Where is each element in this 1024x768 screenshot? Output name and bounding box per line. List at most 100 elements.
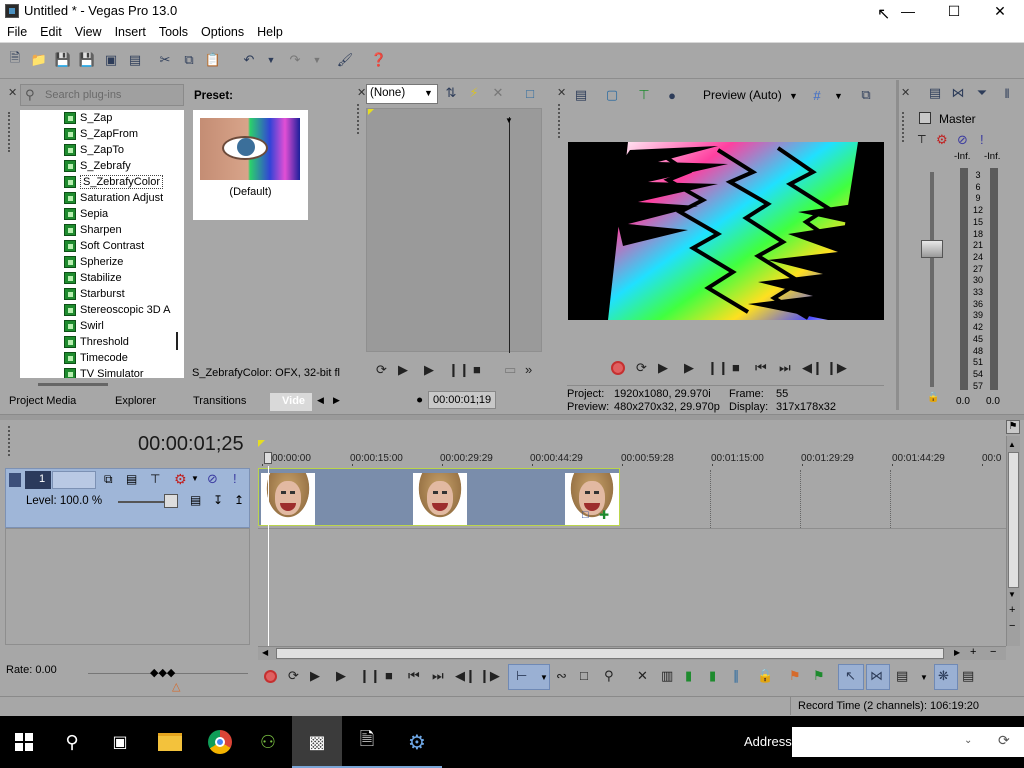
loop-icon[interactable]: ⟳ bbox=[376, 362, 387, 378]
loop-playback-icon[interactable]: ⟳ bbox=[636, 360, 647, 376]
search-plugins-input[interactable]: Search plug-ins bbox=[20, 84, 184, 106]
redo-dropdown-icon[interactable]: ▼ bbox=[308, 51, 326, 69]
save-icon[interactable]: 💾 bbox=[54, 51, 72, 69]
next-frame-icon[interactable]: ❙▶ bbox=[479, 668, 500, 684]
envelope-tool-icon[interactable]: ∾ bbox=[556, 668, 567, 684]
plugin-item-selected[interactable]: S_ZebrafyColor bbox=[20, 174, 184, 190]
tab-transitions[interactable]: Transitions bbox=[193, 395, 246, 407]
plugin-item[interactable]: S_ZapFrom bbox=[20, 126, 184, 142]
maximize-button[interactable]: ☐ bbox=[931, 0, 977, 22]
master-pan-icon[interactable]: ⊤ bbox=[917, 133, 927, 146]
tab-project-media[interactable]: Project Media bbox=[9, 395, 76, 407]
pause-icon[interactable]: ❙❙ bbox=[707, 360, 729, 376]
plugin-item[interactable]: Timecode bbox=[20, 350, 184, 366]
plugin-item[interactable]: S_ZapTo bbox=[20, 142, 184, 158]
vertical-scroll-thumb[interactable] bbox=[1008, 452, 1019, 588]
dock-grip[interactable] bbox=[8, 426, 12, 456]
dock-grip[interactable] bbox=[902, 112, 906, 142]
vertical-scrollbar[interactable] bbox=[176, 332, 178, 350]
previous-frame-icon[interactable]: ◀❙ bbox=[455, 668, 476, 684]
master-fader-track[interactable] bbox=[930, 172, 934, 387]
trimmer-auto-icon[interactable]: ⚡ bbox=[465, 84, 483, 102]
copy-icon[interactable]: ⧉ bbox=[180, 51, 198, 69]
plugin-item[interactable]: Starburst bbox=[20, 286, 184, 302]
go-to-start-icon[interactable]: ⏮ bbox=[408, 668, 420, 684]
menu-tools[interactable]: Tools bbox=[152, 22, 194, 39]
pause-icon[interactable]: ❙❙ bbox=[448, 362, 470, 378]
trimmer-remove-icon[interactable]: ✕ bbox=[489, 84, 507, 102]
master-toggle-icon[interactable] bbox=[919, 112, 931, 124]
zoom-in-icon[interactable]: + bbox=[1009, 604, 1015, 616]
dock-grip[interactable] bbox=[8, 112, 12, 152]
go-to-end-icon[interactable]: ⏭ bbox=[432, 668, 444, 684]
preset-default[interactable]: (Default) bbox=[193, 110, 308, 220]
overlays-icon[interactable]: # bbox=[808, 86, 826, 104]
trimmer-sort-icon[interactable]: ⇅ bbox=[442, 84, 460, 102]
rate-slider-handle[interactable]: ◆◆◆ bbox=[150, 666, 175, 679]
split-screen-icon[interactable]: ● bbox=[663, 86, 681, 104]
chevron-down-icon[interactable]: ⌄ bbox=[964, 735, 972, 746]
tab-video-fx[interactable]: Vide bbox=[282, 395, 305, 407]
render-icon[interactable]: 🖌 bbox=[336, 51, 354, 69]
video-event[interactable]: □ ✚ bbox=[258, 468, 620, 526]
event-fx-icon[interactable]: ✚ bbox=[599, 508, 609, 522]
go-to-end-icon[interactable]: ⏭ bbox=[779, 360, 791, 376]
properties-icon[interactable]: ▤ bbox=[126, 51, 144, 69]
paste-icon[interactable]: 📋 bbox=[204, 51, 222, 69]
lock-envelopes-icon[interactable]: ‖ bbox=[998, 84, 1016, 102]
render-as-icon[interactable]: ▣ bbox=[102, 51, 120, 69]
new-icon[interactable]: 🗎 bbox=[6, 50, 24, 69]
scroll-up-icon[interactable]: ▲ bbox=[1008, 440, 1016, 449]
play-from-start-icon[interactable]: ▶ bbox=[398, 362, 408, 378]
plugin-item[interactable]: Swirl bbox=[20, 318, 184, 334]
menu-view[interactable]: View bbox=[68, 22, 108, 39]
plugin-item[interactable]: Threshold bbox=[20, 334, 184, 350]
close-window-icon[interactable]: ✕ bbox=[8, 86, 17, 99]
mute-icon[interactable]: ⊘ bbox=[207, 471, 218, 487]
preview-quality-dropdown[interactable]: Preview (Auto) bbox=[703, 88, 782, 102]
plugin-item[interactable]: Soft Contrast bbox=[20, 238, 184, 254]
plugin-item[interactable]: TV Simulator bbox=[20, 366, 184, 378]
master-solo-icon[interactable]: ! bbox=[980, 132, 984, 147]
previous-frame-icon[interactable]: ◀❙ bbox=[802, 360, 823, 376]
preview-properties-icon[interactable]: ▤ bbox=[572, 86, 590, 104]
marker-bar-icon[interactable]: ⚑ bbox=[1006, 420, 1020, 434]
undo-icon[interactable]: ↶ bbox=[240, 51, 258, 69]
address-input[interactable]: ⌄ ⟳ bbox=[792, 727, 1024, 757]
plugin-item[interactable]: S_Zebrafy bbox=[20, 158, 184, 174]
zoom-in-time-icon[interactable]: + bbox=[970, 646, 976, 658]
dock-grip[interactable] bbox=[357, 104, 361, 134]
downmix-icon[interactable]: ⋈ bbox=[949, 84, 967, 102]
start-button[interactable] bbox=[0, 716, 48, 768]
vertical-scrollbar[interactable]: ▲ ▼ + − bbox=[1006, 436, 1020, 646]
ignore-grouping-icon[interactable]: ▤ bbox=[962, 668, 974, 684]
move-down-icon[interactable]: ↧ bbox=[213, 493, 223, 507]
plugin-item[interactable]: Saturation Adjust bbox=[20, 190, 184, 206]
go-to-start-icon[interactable]: ⏮ bbox=[755, 360, 767, 376]
parent-track-icon[interactable]: ⊤ bbox=[150, 472, 160, 486]
scroll-down-icon[interactable]: ▼ bbox=[1008, 590, 1016, 599]
trimmer-add-icon[interactable]: ▭ bbox=[504, 362, 516, 378]
delete-icon[interactable]: ✕ bbox=[637, 668, 648, 684]
track-collapse-icon[interactable] bbox=[9, 473, 21, 487]
split-icon[interactable]: ∥ bbox=[733, 668, 740, 684]
zoom-out-time-icon[interactable]: − bbox=[990, 646, 996, 658]
redo-icon[interactable]: ↷ bbox=[286, 51, 304, 69]
save-as-icon[interactable]: 💾 bbox=[78, 51, 96, 69]
zoom-out-icon[interactable]: − bbox=[1009, 620, 1015, 632]
stop-icon[interactable]: ■ bbox=[732, 360, 740, 375]
level-slider-handle[interactable] bbox=[164, 494, 178, 508]
people-app-icon[interactable]: ⚇ bbox=[244, 716, 292, 768]
move-up-icon[interactable]: ↥ bbox=[234, 493, 244, 507]
close-window-icon[interactable]: ✕ bbox=[557, 86, 566, 99]
file-explorer-icon[interactable] bbox=[146, 716, 194, 768]
insert-region-icon[interactable]: ⚑ bbox=[813, 668, 825, 684]
plugin-item[interactable]: Stereoscopic 3D A bbox=[20, 302, 184, 318]
menu-file[interactable]: File bbox=[0, 22, 33, 39]
trim-icon[interactable]: ▥ bbox=[661, 668, 673, 684]
tab-explorer[interactable]: Explorer bbox=[115, 395, 156, 407]
trim-start-icon[interactable]: ▮ bbox=[685, 668, 692, 684]
chrome-icon[interactable] bbox=[196, 716, 244, 768]
lock-event-icon[interactable]: 🔒 bbox=[757, 668, 773, 684]
auto-ripple-icon[interactable]: ▤ bbox=[896, 668, 908, 684]
